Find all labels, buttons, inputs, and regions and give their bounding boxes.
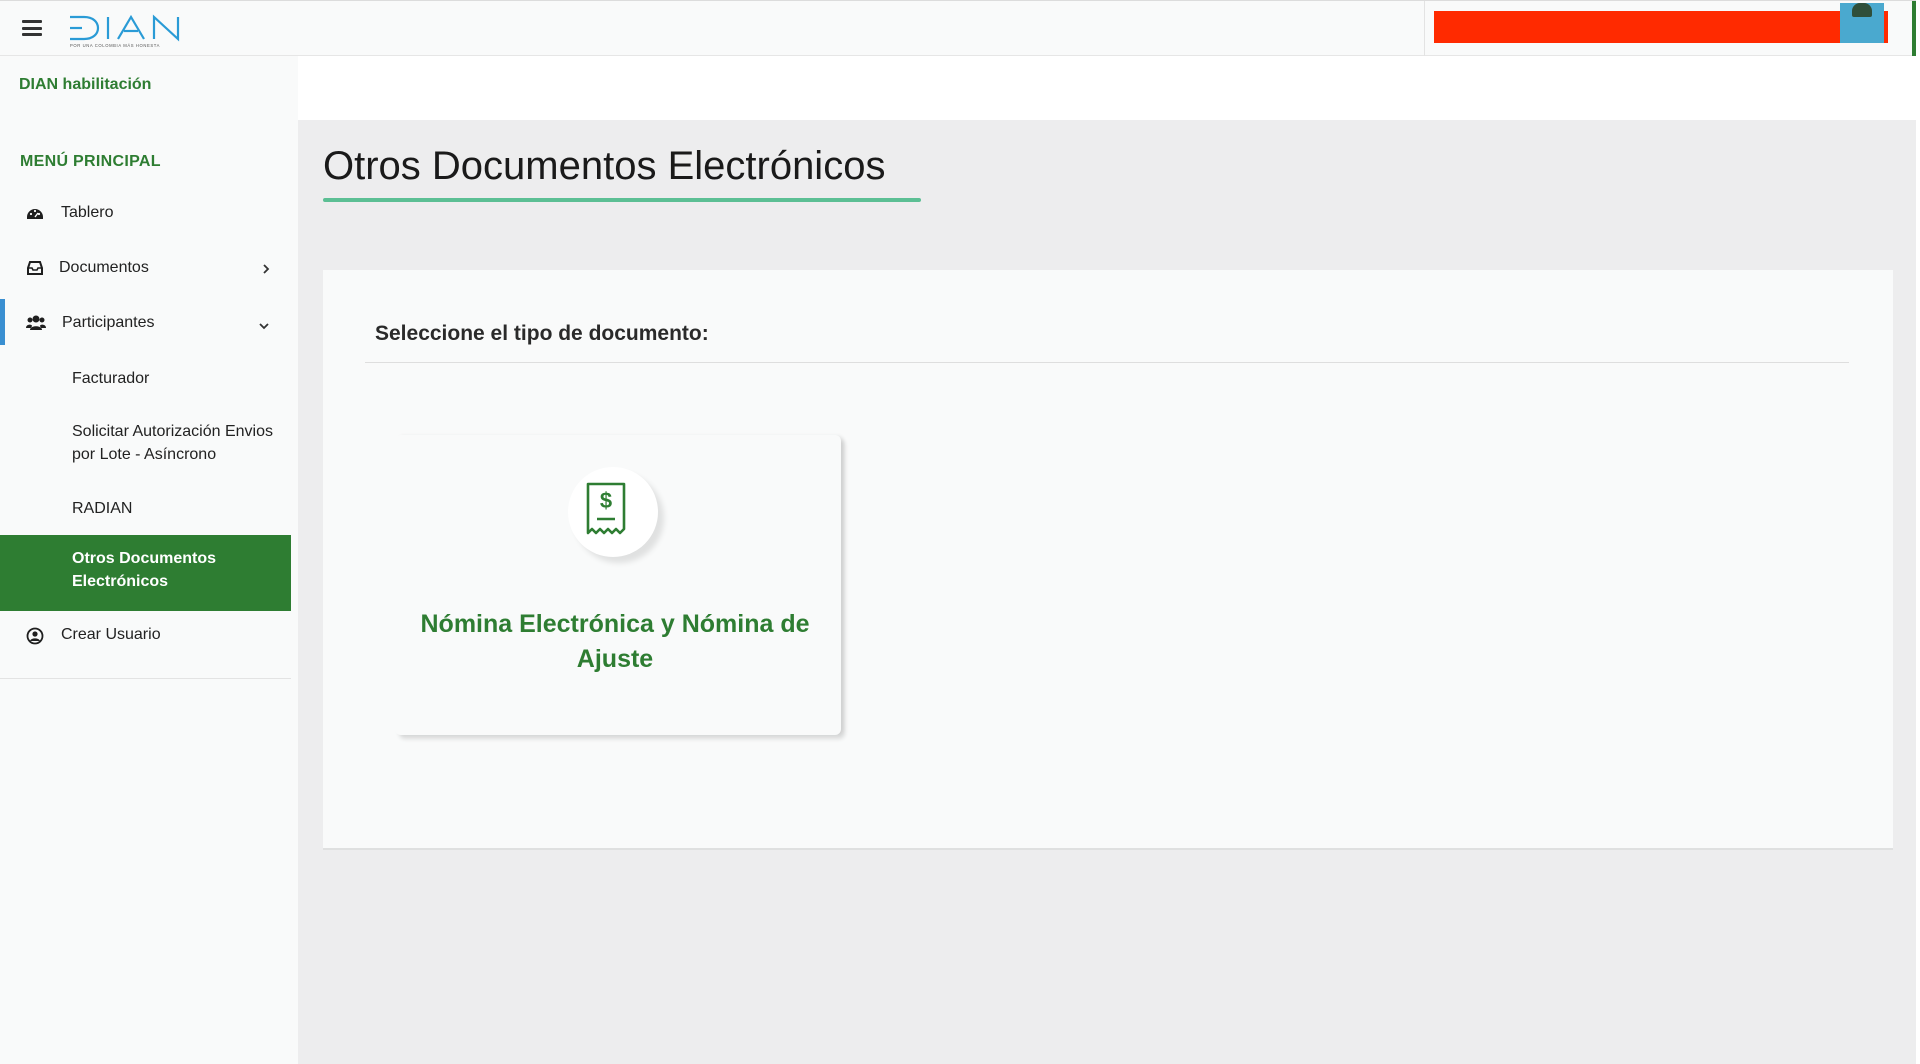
header-accent-bar [1912,1,1916,56]
document-type-panel: Seleccione el tipo de documento: $ Nómin… [323,270,1893,850]
user-avatar[interactable] [1840,3,1884,43]
sidebar-item-tablero[interactable]: Tablero [0,204,291,244]
page: POR UNA COLOMBIA MÁS HONESTA DIAN habili… [0,0,1920,1064]
card-label: Nómina Electrónica y Nómina de Ajuste [420,610,810,673]
top-bar: POR UNA COLOMBIA MÁS HONESTA [0,0,1916,56]
sidebar-item-crear-usuario[interactable]: Crear Usuario [0,626,291,666]
title-underline [323,198,921,202]
dian-logo[interactable]: POR UNA COLOMBIA MÁS HONESTA [68,11,206,49]
sidebar-item-label: Documentos [59,259,149,276]
sidebar-item-participantes[interactable]: Participantes [0,314,291,354]
receipt-icon-circle: $ [568,467,658,557]
sidebar-subitem-radian[interactable]: RADIAN [72,497,282,520]
logo-tagline: POR UNA COLOMBIA MÁS HONESTA [70,43,160,48]
sidebar-item-label: Crear Usuario [61,626,161,643]
header-divider [1424,1,1425,56]
user-circle-icon [26,627,44,645]
page-title: Otros Documentos Electrónicos [323,144,886,188]
dian-logo-graphic: POR UNA COLOMBIA MÁS HONESTA [70,14,180,48]
sidebar-subitem-solicitar-autorizacion[interactable]: Solicitar Autorización Envios por Lote -… [72,420,282,466]
sidebar-subitem-label: Otros Documentos Electrónicos [72,550,217,590]
sidebar-subitem-facturador[interactable]: Facturador [72,367,282,390]
panel-divider [365,362,1849,363]
main-content: Otros Documentos Electrónicos Seleccione… [298,120,1916,1064]
sidebar-item-label: Participantes [62,314,155,331]
hamburger-icon[interactable] [22,20,42,36]
svg-text:$: $ [600,488,612,513]
panel-heading: Seleccione el tipo de documento: [375,322,709,345]
redacted-user-info[interactable] [1434,11,1888,43]
users-icon [26,315,46,330]
sidebar-divider [0,678,291,679]
sidebar: DIAN habilitación MENÚ PRINCIPAL Tablero… [0,56,298,1064]
sidebar-item-label: Tablero [61,204,114,221]
nomina-electronica-card[interactable]: $ Nómina Electrónica y Nómina de Ajuste [395,435,841,735]
dashboard-icon [27,209,43,219]
sidebar-item-documentos[interactable]: Documentos [0,259,291,299]
menu-title: MENÚ PRINCIPAL [20,153,161,170]
chevron-right-icon [263,264,270,274]
chevron-down-icon [259,323,269,330]
sidebar-subitem-otros-documentos[interactable]: Otros Documentos Electrónicos [0,535,291,611]
app-name: DIAN habilitación [19,76,152,93]
inbox-icon [27,261,43,275]
receipt-dollar-icon: $ [586,482,626,535]
